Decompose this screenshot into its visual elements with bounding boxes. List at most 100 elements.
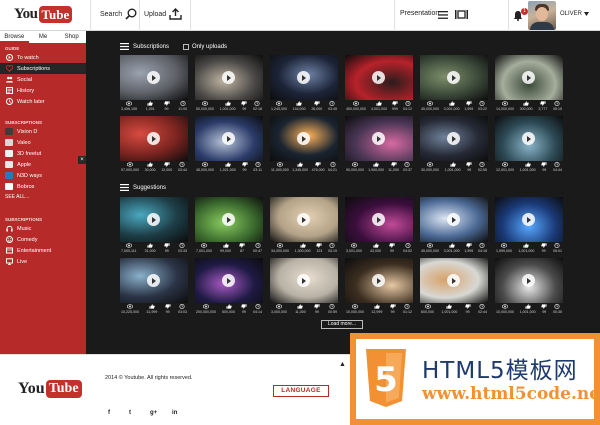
collapse-sidebar-button[interactable]: × (78, 156, 86, 164)
video-thumbnail[interactable] (120, 258, 188, 303)
youtube-logo[interactable]: You Tube (14, 6, 73, 23)
menu-icon[interactable] (120, 43, 129, 50)
stat-likes[interactable]: 1,001,000 (441, 304, 457, 319)
sidebar-item-channel[interactable]: Vision D (0, 126, 86, 137)
video-thumbnail[interactable] (120, 55, 188, 100)
stat-likes[interactable]: 300,000 (520, 101, 533, 116)
stat-likes[interactable]: 99,000 (220, 243, 231, 258)
video-card[interactable]: 11,000,000 1,345,000 476,000 04:21 (270, 116, 338, 177)
stat-dislikes[interactable]: 99 (164, 304, 171, 319)
tab-browse[interactable]: Browse (0, 31, 29, 43)
play-icon[interactable] (222, 274, 235, 287)
stat-dislikes[interactable]: 99 (241, 304, 247, 319)
video-card[interactable]: 450,000,000 4,001,000 999 04:12 (345, 55, 413, 116)
video-card[interactable]: 30,000,000 1,001,000 99 02:55 (420, 116, 488, 177)
video-thumbnail[interactable] (195, 55, 263, 100)
video-card[interactable]: 90,000,000 1,900,000 11,000 03:37 (345, 116, 413, 177)
stat-likes[interactable]: 1,001,000 (520, 162, 536, 177)
stat-likes[interactable]: 3,001,000 (444, 243, 460, 258)
video-card[interactable]: 34,000,000 1,300,000 123 03:19 (270, 197, 338, 258)
video-thumbnail[interactable] (270, 55, 338, 100)
video-thumbnail[interactable] (120, 116, 188, 161)
video-card[interactable]: 200,000,000 500,000 99 04:14 (195, 258, 263, 319)
play-icon[interactable] (522, 213, 535, 226)
play-icon[interactable] (147, 274, 160, 287)
stat-likes[interactable]: 1,345,000 (292, 162, 308, 177)
video-thumbnail[interactable] (195, 116, 263, 161)
video-card[interactable]: 10,000,000 12,999 99 01:12 (345, 258, 413, 319)
stat-likes[interactable]: 1,001,000 (445, 162, 461, 177)
play-icon[interactable] (372, 71, 385, 84)
video-card[interactable]: 45,000,000 1,021,000 99 03:11 (195, 116, 263, 177)
play-icon[interactable] (147, 71, 160, 84)
play-icon[interactable] (297, 274, 310, 287)
sidebar-item-entertainment[interactable]: Entertainment (0, 245, 86, 256)
stat-likes[interactable]: 31,999 (146, 304, 157, 319)
stat-likes[interactable]: 1,001 (146, 101, 155, 116)
stat-dislikes[interactable]: 1,999 (464, 243, 473, 258)
presentation-toggle[interactable]: Presentation (400, 10, 439, 17)
stat-dislikes[interactable]: 99 (389, 243, 395, 258)
video-card[interactable]: 10,000,000 1,001,000 99 00:35 (495, 258, 563, 319)
tab-me[interactable]: Me (29, 31, 58, 43)
video-thumbnail[interactable] (120, 197, 188, 242)
list-view-icon[interactable] (438, 11, 448, 19)
sidebar-item-music[interactable]: Music (0, 223, 86, 234)
stat-dislikes[interactable]: 3,777 (538, 101, 547, 116)
play-icon[interactable] (447, 213, 460, 226)
linkedin-icon[interactable]: in (172, 410, 177, 416)
video-card[interactable]: 14,000,000 300,000 3,777 05:15 (495, 55, 563, 116)
sidebar-item-channel[interactable]: N3D ways (0, 170, 86, 181)
facebook-icon[interactable]: f (108, 410, 110, 416)
play-icon[interactable] (372, 132, 385, 145)
video-thumbnail[interactable] (495, 197, 563, 242)
stat-dislikes[interactable]: 12,000 (161, 162, 172, 177)
video-thumbnail[interactable] (345, 116, 413, 161)
sidebar-item-live[interactable]: Live (0, 256, 86, 267)
sidebar-item-subscriptions[interactable]: Subscriptions (0, 63, 86, 74)
stat-dislikes[interactable]: 476,000 (312, 162, 325, 177)
video-thumbnail[interactable] (495, 258, 563, 303)
play-icon[interactable] (222, 213, 235, 226)
sidebar-item-to-watch[interactable]: To watch (0, 52, 86, 63)
video-card[interactable]: 3,000,000 11,000 99 00:59 (270, 258, 338, 319)
sidebar-item-channel[interactable]: Valeo (0, 137, 86, 148)
chevron-up-icon[interactable]: ▲ (339, 361, 346, 368)
video-thumbnail[interactable] (420, 258, 488, 303)
stat-dislikes[interactable]: 99 (540, 243, 547, 258)
video-thumbnail[interactable] (345, 197, 413, 242)
play-icon[interactable] (297, 213, 310, 226)
stat-dislikes[interactable]: 99 (464, 304, 471, 319)
video-thumbnail[interactable] (270, 258, 338, 303)
play-icon[interactable] (447, 132, 460, 145)
play-icon[interactable] (447, 274, 460, 287)
stat-dislikes[interactable]: 1,999 (464, 101, 473, 116)
sidebar-item-watch-later[interactable]: Watch later (0, 96, 86, 107)
video-card[interactable]: 45,000,000 3,001,000 1,999 04:18 (420, 197, 488, 258)
search-button[interactable]: Search (100, 8, 137, 20)
stat-dislikes[interactable]: 99 (241, 162, 248, 177)
load-more-button[interactable]: Load more... (321, 320, 364, 329)
stat-dislikes[interactable]: 123 (316, 243, 322, 258)
stat-likes[interactable]: 31,000 (145, 243, 156, 258)
stat-dislikes[interactable]: 99 (163, 101, 170, 116)
video-card[interactable]: 3,456,155 1,001 99 11:00 (120, 55, 188, 116)
stat-dislikes[interactable]: 99 (466, 162, 472, 177)
stat-likes[interactable]: 1,001,000 (518, 243, 534, 258)
stat-dislikes[interactable]: 99 (241, 101, 247, 116)
play-icon[interactable] (522, 132, 535, 145)
video-card[interactable]: 45,000,000 3,001,000 1,999 03:22 (420, 55, 488, 116)
stat-likes[interactable]: 1,900,000 (368, 162, 384, 177)
play-icon[interactable] (297, 71, 310, 84)
stat-likes[interactable]: 12,999 (371, 304, 382, 319)
play-icon[interactable] (297, 132, 310, 145)
stat-dislikes[interactable]: 87 (239, 243, 245, 258)
video-card[interactable]: 7,000,111 31,000 99 03:33 (120, 197, 188, 258)
footer-youtube-logo[interactable]: You Tube (18, 380, 82, 398)
video-thumbnail[interactable] (270, 116, 338, 161)
user-avatar[interactable] (528, 1, 556, 30)
presentation-view-icon[interactable] (455, 10, 468, 19)
user-menu[interactable]: OLIVER (560, 11, 590, 17)
stat-likes[interactable]: 500,000 (222, 304, 235, 319)
video-thumbnail[interactable] (495, 55, 563, 100)
